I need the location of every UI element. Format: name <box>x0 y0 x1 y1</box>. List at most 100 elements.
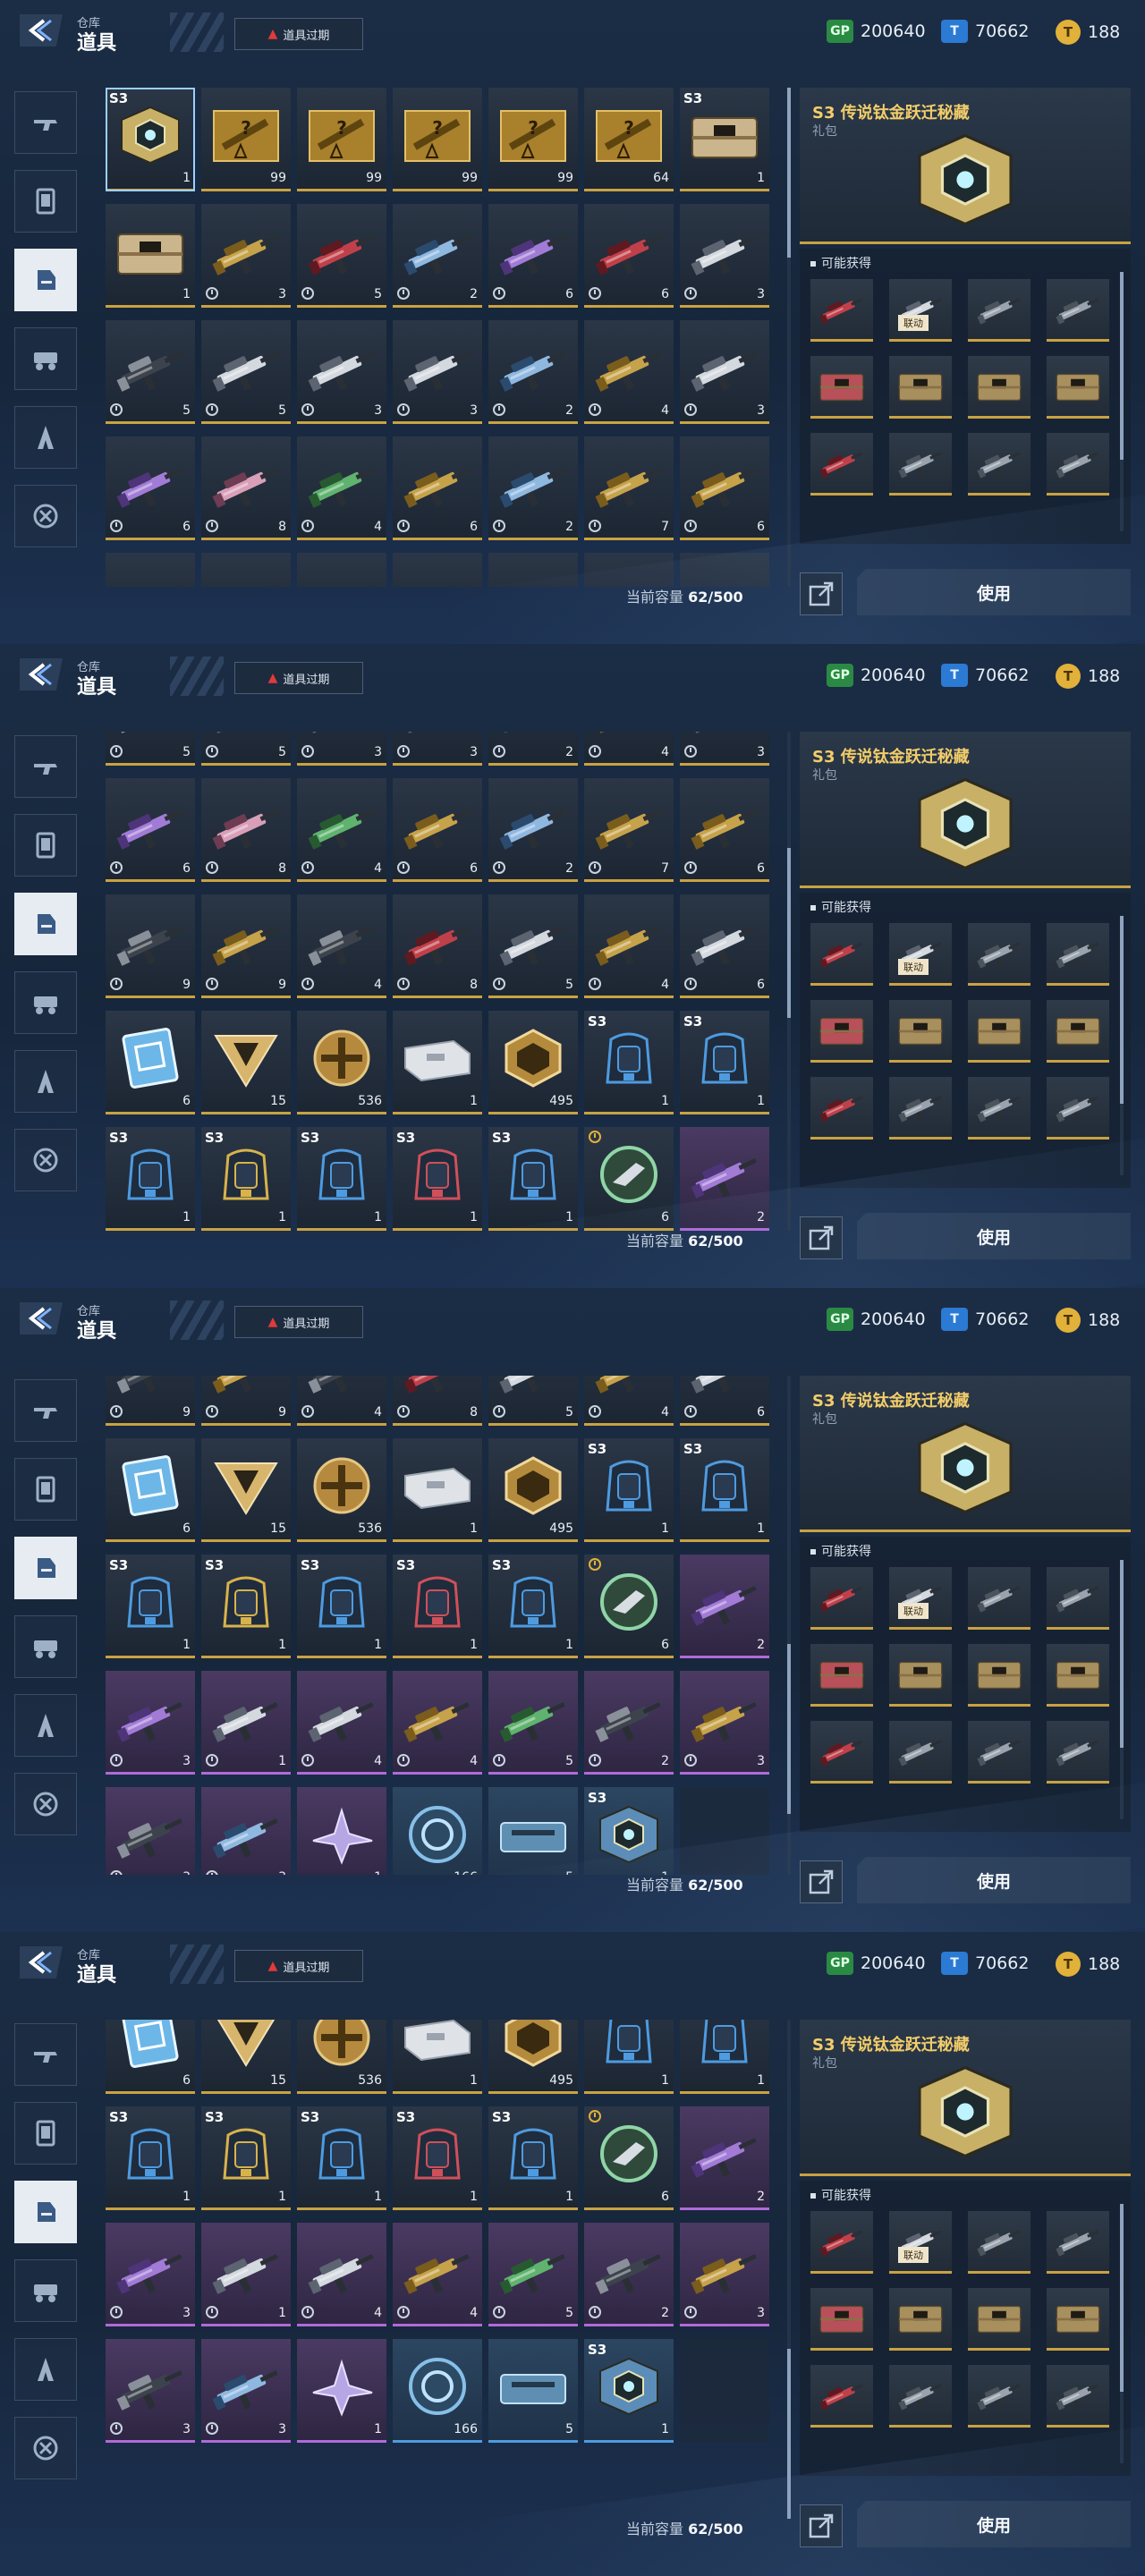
inventory-item[interactable]: 6 <box>488 204 578 308</box>
inventory-item[interactable]: 3 <box>106 1787 195 1875</box>
reward-item[interactable] <box>968 433 1030 496</box>
nav-weapon-category[interactable] <box>14 735 77 798</box>
share-button[interactable] <box>800 1860 843 1903</box>
share-button[interactable] <box>800 572 843 615</box>
inventory-item[interactable]: 5 <box>106 732 195 766</box>
inventory-item[interactable]: S3 1 <box>393 2106 482 2210</box>
back-button[interactable] <box>20 658 63 691</box>
inventory-item[interactable]: 166 <box>393 1787 482 1875</box>
inventory-item[interactable]: 1 <box>106 204 195 308</box>
inventory-item[interactable]: S3 1 <box>393 1127 482 1231</box>
nav-weapon-category[interactable] <box>14 91 77 154</box>
inventory-item[interactable]: 166 <box>393 2339 482 2443</box>
inventory-item[interactable]: 3 <box>201 1787 291 1875</box>
inventory-item[interactable]: 1 <box>297 2339 386 2443</box>
reward-item[interactable] <box>810 1000 873 1063</box>
inventory-item[interactable]: S3 1 <box>393 1555 482 1658</box>
inventory-item[interactable]: ? 99 <box>297 88 386 191</box>
inventory-item[interactable]: 3 <box>201 2339 291 2443</box>
inventory-item[interactable]: S3 1 <box>584 1011 674 1114</box>
expired-items-button[interactable]: ▲ 道具过期 <box>234 1950 363 1982</box>
reward-item[interactable] <box>889 1077 952 1140</box>
nav-gear-category[interactable] <box>14 1458 77 1521</box>
inventory-item[interactable]: 5 <box>488 553 578 587</box>
inventory-item[interactable]: 6 <box>680 894 769 998</box>
nav-vehicle-category[interactable] <box>14 971 77 1034</box>
reward-item[interactable] <box>810 279 873 342</box>
inventory-item[interactable]: 8 <box>393 894 482 998</box>
reward-item[interactable] <box>1047 1000 1109 1063</box>
inventory-item[interactable]: S3 1 <box>488 2106 578 2210</box>
inventory-item[interactable]: 9 <box>106 1376 195 1426</box>
inventory-item[interactable]: S3 1 <box>106 88 195 191</box>
inventory-item[interactable]: 5 <box>297 204 386 308</box>
reward-item[interactable] <box>968 923 1030 986</box>
inventory-item[interactable]: 5 <box>106 320 195 424</box>
inventory-item[interactable]: S3 1 <box>488 1127 578 1231</box>
expired-items-button[interactable]: ▲ 道具过期 <box>234 18 363 50</box>
nav-emblem-category[interactable] <box>14 2417 77 2479</box>
inventory-item[interactable]: 495 <box>488 1011 578 1114</box>
inventory-item[interactable]: 4 <box>393 1671 482 1775</box>
inventory-item[interactable]: 15 <box>201 1438 291 1542</box>
scrollbar-thumb[interactable] <box>1120 272 1124 460</box>
reward-item[interactable]: 联动 <box>889 2211 952 2274</box>
inventory-item[interactable]: S3 1 <box>201 2106 291 2210</box>
expired-items-button[interactable]: ▲ 道具过期 <box>234 662 363 694</box>
reward-item[interactable] <box>968 2288 1030 2351</box>
reward-item[interactable] <box>968 1721 1030 1784</box>
inventory-item[interactable]: ? 99 <box>488 88 578 191</box>
reward-item[interactable] <box>889 356 952 419</box>
reward-item[interactable] <box>1047 2211 1109 2274</box>
inventory-item[interactable]: 536 <box>297 2020 386 2094</box>
inventory-item[interactable]: 7 <box>584 436 674 540</box>
use-button[interactable]: 使用 <box>857 1213 1131 1259</box>
inventory-item[interactable]: 3 <box>393 732 482 766</box>
use-button[interactable]: 使用 <box>857 1857 1131 1903</box>
grid-scrollbar[interactable] <box>787 88 791 587</box>
inventory-item[interactable]: 9 <box>201 894 291 998</box>
reward-item[interactable] <box>810 1721 873 1784</box>
reward-item[interactable] <box>889 2288 952 2351</box>
nav-gear-category[interactable] <box>14 170 77 233</box>
inventory-item[interactable]: S3 1 <box>201 1555 291 1658</box>
inventory-item[interactable]: 6 <box>680 778 769 882</box>
reward-item[interactable] <box>810 923 873 986</box>
inventory-item[interactable]: 5 <box>488 894 578 998</box>
reward-item[interactable] <box>1047 2365 1109 2428</box>
inventory-item[interactable]: S3 1 <box>297 1555 386 1658</box>
use-button[interactable]: 使用 <box>857 2501 1131 2547</box>
nav-vehicle-category[interactable] <box>14 2259 77 2322</box>
inventory-item[interactable]: 6 <box>106 436 195 540</box>
inventory-item[interactable]: S3 1 <box>584 1438 674 1542</box>
inventory-item[interactable]: 6 <box>393 436 482 540</box>
inventory-item[interactable]: 6 <box>584 2106 674 2210</box>
scrollbar-thumb[interactable] <box>1120 1560 1124 1748</box>
grid-scrollbar[interactable] <box>787 1376 791 1875</box>
nav-weapon-category[interactable] <box>14 1379 77 1442</box>
scrollbar-thumb[interactable] <box>1120 916 1124 1104</box>
inventory-item[interactable]: 2 <box>680 1127 769 1231</box>
inventory-item[interactable]: 6 <box>106 778 195 882</box>
nav-gear-category[interactable] <box>14 2102 77 2165</box>
inventory-item[interactable]: 3 <box>106 1671 195 1775</box>
inventory-item[interactable]: 1 <box>393 1011 482 1114</box>
inventory-item[interactable]: 1 <box>201 2223 291 2326</box>
rewards-scrollbar[interactable] <box>1120 916 1124 1175</box>
inventory-item[interactable]: 1 <box>297 1787 386 1875</box>
reward-item[interactable] <box>889 1644 952 1707</box>
inventory-item[interactable]: 6 <box>680 553 769 587</box>
inventory-item[interactable]: 536 <box>297 1011 386 1114</box>
inventory-item[interactable]: 9 <box>106 553 195 587</box>
inventory-item[interactable]: 3 <box>201 204 291 308</box>
inventory-item[interactable]: 536 <box>297 1438 386 1542</box>
rewards-scrollbar[interactable] <box>1120 272 1124 531</box>
back-button[interactable] <box>20 1946 63 1979</box>
inventory-item[interactable]: S3 1 <box>106 2106 195 2210</box>
inventory-item[interactable]: 6 <box>106 2020 195 2094</box>
reward-item[interactable] <box>810 1567 873 1630</box>
inventory-item[interactable]: 4 <box>297 1376 386 1426</box>
inventory-item[interactable]: 495 <box>488 2020 578 2094</box>
scrollbar-thumb[interactable] <box>1120 2204 1124 2392</box>
inventory-item[interactable]: 3 <box>106 2223 195 2326</box>
